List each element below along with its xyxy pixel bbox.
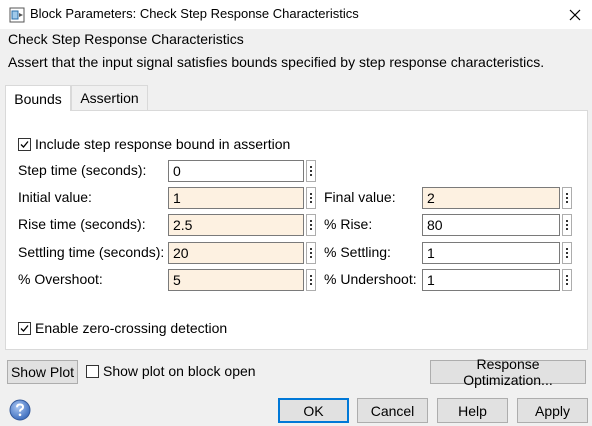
show-plot-on-open-checkbox[interactable]	[86, 365, 99, 378]
step-time-more-button[interactable]	[306, 160, 316, 182]
final-value-input[interactable]	[422, 187, 560, 209]
tab-label: Bounds	[14, 90, 62, 107]
checkmark-icon	[20, 141, 29, 148]
rise-time-label: Rise time (seconds):	[18, 216, 146, 232]
rise-time-input[interactable]	[168, 214, 304, 236]
settling-time-more-button[interactable]	[306, 242, 316, 264]
settling-time-input[interactable]	[168, 242, 304, 264]
percent-undershoot-input[interactable]	[422, 269, 560, 291]
tab-label: Assertion	[80, 90, 139, 106]
title-bar: Block Parameters: Check Step Response Ch…	[0, 0, 592, 29]
tab-assertion[interactable]: Assertion	[71, 85, 148, 110]
percent-undershoot-label: % Undershoot:	[324, 271, 417, 287]
tab-bounds[interactable]: Bounds	[5, 85, 71, 111]
close-icon	[569, 9, 581, 20]
response-optimization-button[interactable]: Response Optimization...	[430, 356, 586, 388]
ok-button[interactable]: OK	[278, 398, 349, 423]
block-name: Check Step Response Characteristics	[8, 31, 244, 47]
percent-overshoot-label: % Overshoot:	[18, 271, 103, 287]
apply-button[interactable]: Apply	[517, 398, 588, 423]
initial-value-input[interactable]	[168, 187, 304, 209]
show-plot-button[interactable]: Show Plot	[7, 360, 78, 384]
initial-value-more-button[interactable]	[306, 187, 316, 209]
show-plot-on-open-label: Show plot on block open	[103, 363, 256, 379]
percent-settling-input[interactable]	[422, 242, 560, 264]
include-bound-label: Include step response bound in assertion	[35, 136, 291, 152]
percent-rise-more-button[interactable]	[562, 214, 572, 236]
percent-overshoot-input[interactable]	[168, 269, 304, 291]
initial-value-label: Initial value:	[18, 189, 92, 205]
help-button[interactable]: Help	[437, 398, 508, 423]
block-description: Assert that the input signal satisfies b…	[8, 54, 545, 70]
final-value-more-button[interactable]	[562, 187, 572, 209]
step-time-label: Step time (seconds):	[18, 162, 147, 178]
percent-settling-more-button[interactable]	[562, 242, 572, 264]
percent-rise-input[interactable]	[422, 214, 560, 236]
percent-overshoot-more-button[interactable]	[306, 269, 316, 291]
checkmark-icon	[20, 325, 29, 332]
percent-settling-label: % Settling:	[324, 244, 391, 260]
step-time-input[interactable]	[168, 160, 304, 182]
percent-rise-label: % Rise:	[324, 216, 373, 232]
simulink-block-icon	[9, 7, 25, 23]
zero-crossing-label: Enable zero-crossing detection	[35, 320, 228, 336]
rise-time-more-button[interactable]	[306, 214, 316, 236]
zero-crossing-checkbox[interactable]	[18, 322, 31, 335]
include-bound-checkbox[interactable]	[18, 138, 31, 151]
help-icon[interactable]	[9, 399, 31, 421]
percent-undershoot-more-button[interactable]	[562, 269, 572, 291]
cancel-button[interactable]: Cancel	[357, 398, 428, 423]
window-title: Block Parameters: Check Step Response Ch…	[30, 6, 359, 21]
close-button[interactable]	[558, 0, 592, 29]
final-value-label: Final value:	[324, 189, 396, 205]
settling-time-label: Settling time (seconds):	[18, 244, 165, 260]
